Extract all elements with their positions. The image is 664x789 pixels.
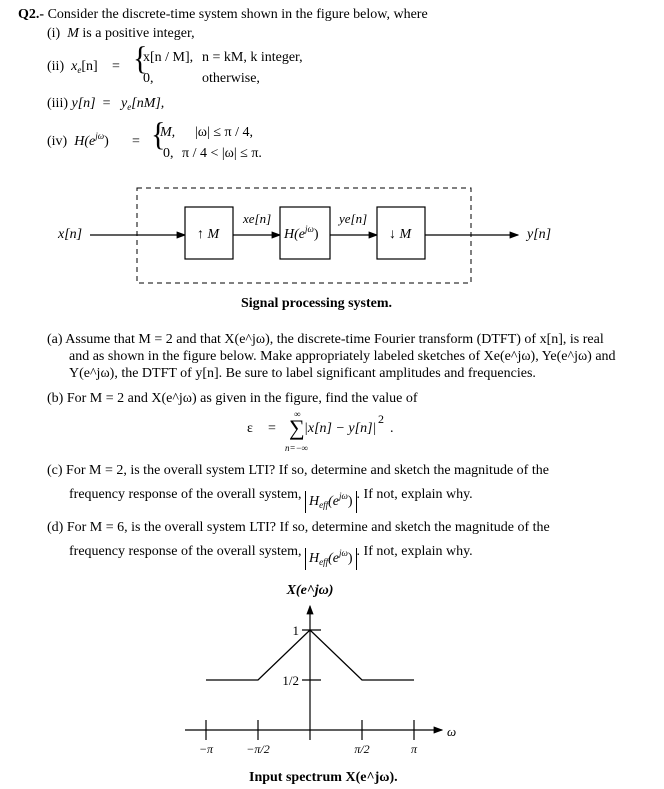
- part-c-heff: Heff(ejω): [304, 491, 357, 513]
- y-tick-label: 1: [293, 623, 300, 638]
- condition-iv-case2-expr: 0,: [163, 146, 174, 161]
- condition-iv-case1-expr-text: M,: [160, 125, 176, 140]
- part-b-eq-lhs: ε: [247, 421, 253, 436]
- x-tick-label: −π/2: [246, 742, 269, 756]
- part-c-line2-post: . If not, explain why.: [356, 487, 473, 502]
- condition-iii: (iii) y[n] = ye[nM],: [47, 96, 165, 112]
- part-b-summand: |x[n] − y[n]|: [304, 421, 377, 436]
- part-d: (d) For M = 6, is the overall system LTI…: [47, 519, 620, 570]
- condition-iii-eq: =: [102, 96, 111, 111]
- part-c-heff-end: ): [347, 494, 353, 509]
- x-tick-label: −π: [199, 742, 214, 756]
- spectrum-line: [206, 629, 414, 681]
- condition-ii-lhs-arg: [n]: [81, 59, 98, 74]
- question-number: Q2.-: [18, 7, 45, 22]
- condition-ii-case2-expr: 0,: [143, 71, 154, 86]
- condition-iv-lhs-end: ): [104, 134, 109, 149]
- condition-i-var: M: [67, 26, 79, 41]
- part-d-heff-end: ): [347, 551, 353, 566]
- part-c-heff-sup: jω: [339, 491, 348, 501]
- part-c: (c) For M = 2, is the overall system LTI…: [47, 462, 620, 513]
- condition-iv-label: (iv): [47, 134, 68, 149]
- chart-title: X(e^jω): [286, 583, 334, 598]
- condition-ii-case2-cond: otherwise,: [202, 71, 260, 86]
- part-c-heff-h: H: [308, 494, 320, 509]
- condition-iv-case1-cond: |ω| ≤ π / 4,: [195, 125, 253, 140]
- condition-iv-lhs-sup: jω: [95, 131, 105, 141]
- part-d-heff-sub: eff: [319, 557, 329, 567]
- part-c-heff-arg: (e: [328, 494, 339, 509]
- part-d-line1: (d) For M = 6, is the overall system LTI…: [47, 519, 620, 536]
- part-d-heff-arg: (e: [328, 551, 339, 566]
- input-label: x[n]: [58, 227, 83, 242]
- downsampler-label: ↓ M: [389, 227, 412, 242]
- condition-i-text: is a positive integer,: [82, 26, 195, 41]
- spectrum-caption-text: Input spectrum X(e^jω).: [249, 770, 398, 785]
- part-d-heff-h: H: [308, 551, 320, 566]
- part-d-line2-pre: frequency response of the overall system…: [69, 544, 302, 559]
- condition-iv: (iv) H(ejω): [47, 132, 109, 149]
- condition-ii-case1-expr: x[n / M],: [143, 50, 194, 65]
- filter-label-end: ): [313, 227, 319, 242]
- part-a-line3: Y(e^jω), the DTFT of y[n]. Be sure to la…: [69, 366, 536, 381]
- condition-iv-case1-expr: M,: [160, 126, 175, 140]
- part-a-line1: (a) Assume that M = 2 and that X(e^jω), …: [47, 331, 620, 348]
- part-a: (a) Assume that M = 2 and that X(e^jω), …: [47, 331, 620, 382]
- part-b: (b) For M = 2 and X(e^jω) as given in th…: [47, 392, 417, 406]
- condition-iii-label: (iii): [47, 96, 68, 111]
- condition-ii-label: (ii): [47, 59, 65, 74]
- x-tick-label: π/2: [354, 742, 369, 756]
- part-c-line1: (c) For M = 2, is the overall system LTI…: [47, 462, 620, 479]
- part-d-line2-post: . If not, explain why.: [356, 544, 473, 559]
- part-c-label: (c): [47, 463, 63, 478]
- part-b-sum-bottom: n=−∞: [285, 443, 309, 453]
- part-b-text: For M = 2 and X(e^jω) as given in the fi…: [66, 391, 418, 406]
- spectrum-caption: Input spectrum X(e^jω).: [249, 771, 398, 785]
- part-d-heff-sup: jω: [339, 548, 348, 558]
- part-c-line2: frequency response of the overall system…: [47, 486, 620, 513]
- ye-label: ye[n]: [339, 211, 368, 226]
- part-d-label: (d): [47, 520, 64, 535]
- condition-iv-eq: =: [132, 134, 140, 149]
- part-b-power: 2: [378, 412, 384, 426]
- part-c-line1-text: For M = 2, is the overall system LTI? If…: [66, 463, 549, 478]
- xe-label: xe[n]: [243, 211, 272, 226]
- part-a-line1-text: Assume that M = 2 and that X(e^jω), the …: [65, 332, 604, 347]
- output-label: y[n]: [527, 227, 552, 242]
- part-d-line2: frequency response of the overall system…: [47, 543, 620, 570]
- part-a-label: (a): [47, 332, 63, 347]
- condition-ii-case1: x[n / M],: [143, 51, 193, 65]
- condition-i: (i) M is a positive integer,: [47, 27, 195, 41]
- part-b-sum-symbol: ∑: [289, 415, 305, 440]
- condition-ii-eq: =: [112, 59, 120, 74]
- condition-iii-rhs-arg: [nM],: [131, 96, 165, 111]
- part-a-line2: and as shown in the figure below. Make a…: [69, 349, 616, 364]
- part-d-line1-text: For M = 6, is the overall system LTI? If…: [66, 520, 550, 535]
- condition-iv-case2-cond: π / 4 < |ω| ≤ π.: [182, 146, 262, 161]
- part-b-label: (b): [47, 391, 64, 406]
- upsampler-label: ↑ M: [197, 227, 220, 242]
- condition-ii-case1-cond: n = kM, k integer,: [202, 50, 303, 65]
- part-b-eq-sign: =: [268, 421, 276, 436]
- x-tick-label: π: [411, 742, 418, 756]
- condition-ii: (ii) xe[n]: [47, 59, 98, 75]
- block-diagram: [90, 187, 520, 284]
- diagram-caption: Signal processing system.: [241, 296, 393, 311]
- filter-label-sup: jω: [305, 224, 314, 234]
- condition-iv-lhs: H(e: [74, 134, 96, 149]
- condition-iii-lhs: y[n]: [71, 96, 96, 111]
- question-intro: Consider the discrete-time system shown …: [47, 7, 428, 22]
- filter-label-text: H(e: [284, 227, 305, 242]
- part-c-heff-sub: eff: [319, 500, 329, 510]
- part-d-heff: Heff(ejω): [304, 548, 357, 570]
- y-tick-label: 1/2: [282, 673, 299, 688]
- part-c-line2-pre: frequency response of the overall system…: [69, 487, 302, 502]
- filter-label: H(ejω): [284, 225, 319, 242]
- question-header: Q2.- Consider the discrete-time system s…: [18, 8, 428, 22]
- x-axis-label: ω: [447, 724, 456, 739]
- part-b-end: .: [390, 421, 394, 436]
- condition-i-label: (i): [47, 26, 61, 41]
